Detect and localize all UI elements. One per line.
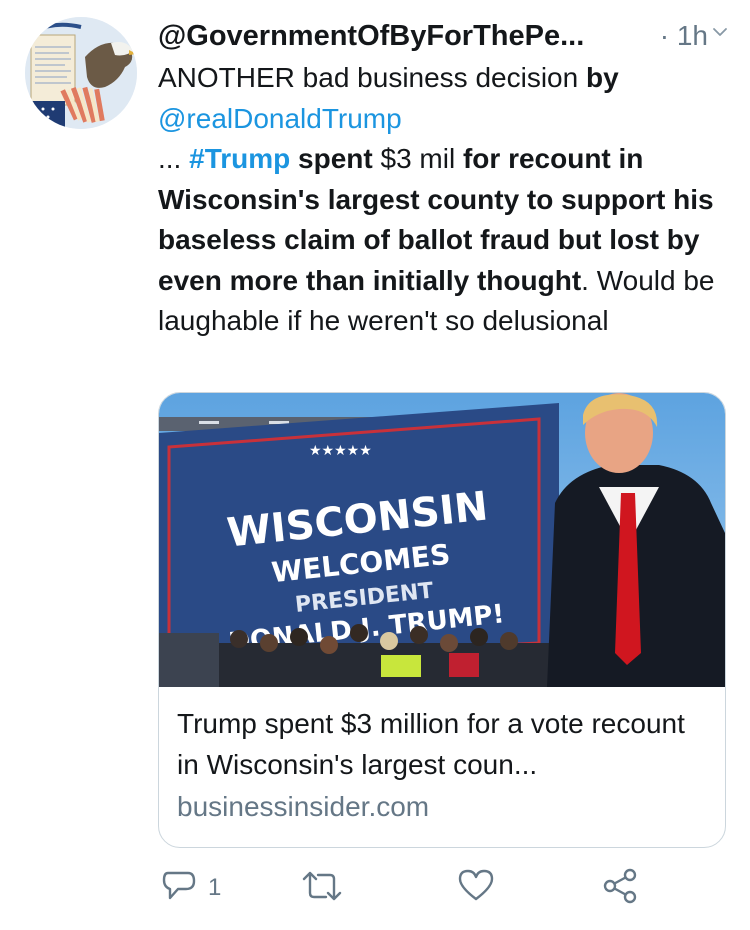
like-button[interactable] <box>456 866 506 910</box>
share-button[interactable] <box>600 866 640 910</box>
action-bar: 1 <box>160 866 640 910</box>
tweet-text: ANOTHER bad business decision by @realDon… <box>158 58 728 342</box>
author-handle[interactable]: @GovernmentOfByForThePe... <box>158 20 584 53</box>
retweet-button[interactable] <box>300 866 354 910</box>
hashtag-link[interactable]: #Trump <box>189 143 290 174</box>
tweet[interactable]: @GovernmentOfByForThePe... · 1h ANOTHER … <box>0 0 750 930</box>
reply-icon <box>160 867 198 910</box>
mention-link[interactable]: @realDonaldTrump <box>158 103 402 134</box>
reply-button[interactable]: 1 <box>160 866 221 910</box>
avatar[interactable] <box>25 17 137 129</box>
sign-stars: ★★★★★ <box>309 443 372 459</box>
tweet-text-bold: by <box>585 62 619 93</box>
heart-icon <box>456 867 496 910</box>
tweet-header: @GovernmentOfByForThePe... · 1h <box>158 16 730 56</box>
card-domain: businessinsider.com <box>177 791 430 822</box>
tweet-text-segment: ANOTHER bad business decision <box>158 62 586 93</box>
chevron-down-icon[interactable] <box>712 24 728 40</box>
retweet-icon <box>300 867 344 910</box>
tweet-text-segment: ... <box>158 143 190 174</box>
tweet-text-segment: $3 mil <box>380 143 463 174</box>
card-title[interactable]: Trump spent $3 million for a vote recoun… <box>177 703 711 785</box>
timestamp[interactable]: · 1h <box>660 20 708 52</box>
link-card[interactable]: ★★★★★ WISCONSIN WELCOMES PRESIDENT DONAL… <box>158 392 726 848</box>
reply-count: 1 <box>208 874 222 901</box>
share-icon <box>600 867 640 910</box>
avatar-eagle-image <box>25 17 137 129</box>
card-text: Trump spent $3 million for a vote recoun… <box>177 703 711 827</box>
tweet-text-bold: spent <box>290 143 381 174</box>
card-image: ★★★★★ WISCONSIN WELCOMES PRESIDENT DONAL… <box>159 393 725 687</box>
